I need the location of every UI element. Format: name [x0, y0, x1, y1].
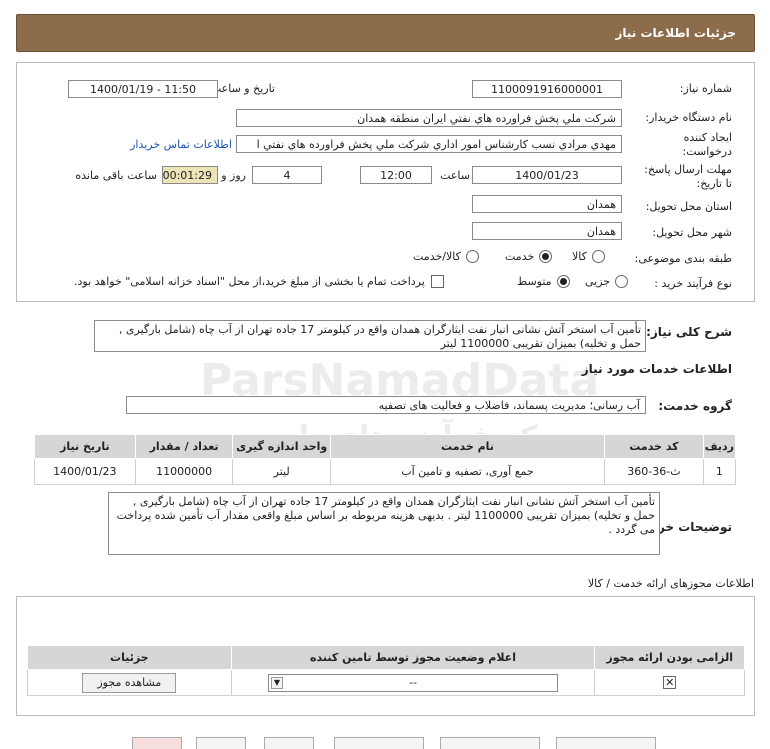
city-field: همدان	[472, 222, 622, 240]
bottom-button-5[interactable]	[440, 737, 540, 749]
bottom-button-2[interactable]	[196, 737, 246, 749]
buyer-org-field: شرکت ملي پخش فراورده هاي نفتي ايران منطق…	[236, 109, 622, 127]
process-minor-radio[interactable]	[615, 275, 629, 288]
table-row: 1400/01/23 11000000 لیتر جمع آوری، تصفیه…	[34, 458, 737, 485]
buyer-org-label: نام دستگاه خریدار:	[645, 111, 732, 124]
permit-status-select[interactable]: ▼ --	[268, 673, 558, 692]
bottom-button-6[interactable]	[556, 737, 656, 749]
bottom-button-1[interactable]	[132, 737, 182, 749]
permits-title: اطلاعات مجوزهای ارائه خدمت / کالا	[587, 577, 754, 590]
bottom-button-3[interactable]	[264, 737, 314, 749]
category-goods-service-label: کالا/خدمت	[413, 250, 461, 263]
cell-service-code: ث-36-360	[604, 458, 704, 485]
treasury-payment-checkbox[interactable]	[430, 275, 444, 288]
permits-table-header: جزئیات اعلام وضعیت مجوز توسط تامین کننده…	[27, 645, 745, 670]
col-service-code: کد خدمت	[604, 434, 704, 459]
process-option-minor[interactable]: جزیی	[585, 275, 629, 288]
category-goods-label: کالا	[572, 250, 587, 263]
col-need-date: تاریخ نیاز	[34, 434, 136, 459]
cell-details: مشاهده مجوز	[27, 669, 232, 696]
remaining-time-field: 00:01:29	[162, 166, 218, 184]
category-option-service[interactable]: خدمت	[505, 250, 553, 263]
deadline-label-line1: مهلت ارسال پاسخ:	[644, 163, 732, 176]
services-section-title: اطلاعات خدمات مورد نیاز	[581, 362, 732, 376]
days-field: 4	[252, 166, 322, 184]
process-medium-label: متوسط	[517, 275, 552, 288]
summary-text: تأمین آب استخر آتش نشانی انبار نفت ایثار…	[94, 320, 646, 352]
province-field: همدان	[472, 195, 622, 213]
process-medium-radio[interactable]	[556, 275, 570, 288]
deadline-time-field: 12:00	[360, 166, 432, 184]
permit-status-value: --	[409, 675, 417, 689]
summary-label: شرح کلی نیاز:	[646, 325, 732, 339]
deadline-label-line2: تا تاریخ:	[696, 177, 732, 190]
cell-service-name: جمع آوری، تصفیه و تامین آب	[329, 458, 606, 485]
category-goods-service-radio[interactable]	[465, 250, 479, 263]
process-minor-label: جزیی	[585, 275, 611, 288]
deadline-date-field: 1400/01/23	[472, 166, 622, 184]
col-service-name: نام خدمت	[329, 434, 606, 459]
remaining-label: ساعت باقی مانده	[75, 169, 157, 182]
col-permit-status: اعلام وضعیت مجوز توسط تامین کننده	[230, 645, 596, 670]
page-header: جزئیات اطلاعات نیاز	[16, 14, 755, 52]
service-group-label: گروه خدمت:	[658, 399, 732, 413]
cell-quantity: 11000000	[134, 458, 234, 485]
buyer-notes-text: تأمین آب استخر آتش نشانی انبار نفت ایثار…	[108, 492, 660, 555]
process-label: نوع فرآیند خرید :	[654, 277, 732, 290]
contact-buyer-link[interactable]: اطلاعات تماس خریدار	[130, 138, 232, 151]
disabled-checkbox-icon: ✕	[663, 676, 677, 690]
table-row: مشاهده مجوز ▼ -- ✕	[27, 669, 745, 696]
creator-label-line2: درخواست:	[682, 145, 732, 158]
city-label: شهر محل تحویل:	[652, 226, 732, 239]
process-option-medium[interactable]: متوسط	[517, 275, 570, 288]
treasury-payment-option[interactable]: پرداخت تمام یا بخشی از مبلغ خرید،از محل …	[74, 275, 444, 288]
need-number-field: 1100091916000001	[472, 80, 622, 98]
service-group-field: آب رسانی؛ مدیریت پسماند، فاضلاب و فعالیت…	[126, 396, 646, 414]
permits-table: جزئیات اعلام وضعیت مجوز توسط تامین کننده…	[27, 645, 745, 696]
page-title: جزئیات اطلاعات نیاز	[615, 26, 736, 40]
cell-permit-required: ✕	[594, 669, 745, 696]
col-permit-required: الزامی بودن ارائه مجوز	[594, 645, 745, 670]
cell-permit-status: ▼ --	[230, 669, 596, 696]
col-quantity: تعداد / مقدار	[134, 434, 234, 459]
services-table-header: تاریخ نیاز تعداد / مقدار واحد اندازه گیر…	[34, 434, 737, 459]
category-label: طبقه بندی موضوعی:	[634, 252, 732, 265]
category-option-goods[interactable]: کالا	[572, 250, 605, 263]
col-details: جزئیات	[27, 645, 232, 670]
creator-label-line1: ایجاد کننده	[683, 131, 732, 144]
province-label: استان محل تحویل:	[645, 200, 732, 213]
category-service-radio[interactable]	[539, 250, 553, 263]
treasury-payment-note: پرداخت تمام یا بخشی از مبلغ خرید،از محل …	[74, 275, 425, 288]
days-label: روز و	[221, 169, 246, 182]
category-service-label: خدمت	[505, 250, 535, 263]
bottom-button-4[interactable]	[334, 737, 424, 749]
view-permit-button[interactable]: مشاهده مجوز	[82, 672, 177, 693]
category-option-goods-service[interactable]: کالا/خدمت	[413, 250, 479, 263]
deadline-time-label: ساعت	[440, 169, 470, 182]
chevron-down-icon[interactable]: ▼	[271, 676, 283, 689]
col-unit: واحد اندازه گیری	[232, 434, 331, 459]
cell-unit: لیتر	[232, 458, 331, 485]
category-goods-radio[interactable]	[591, 250, 605, 263]
cell-row: 1	[702, 458, 737, 485]
col-row: ردیف	[702, 434, 737, 459]
need-number-label: شماره نیاز:	[679, 82, 732, 95]
announce-field: 1400/01/19 - 11:50	[68, 80, 218, 98]
services-table: تاریخ نیاز تعداد / مقدار واحد اندازه گیر…	[34, 434, 737, 485]
cell-need-date: 1400/01/23	[34, 458, 136, 485]
creator-field: مهدي مرادي نسب کارشناس امور اداري شرکت م…	[236, 135, 622, 153]
